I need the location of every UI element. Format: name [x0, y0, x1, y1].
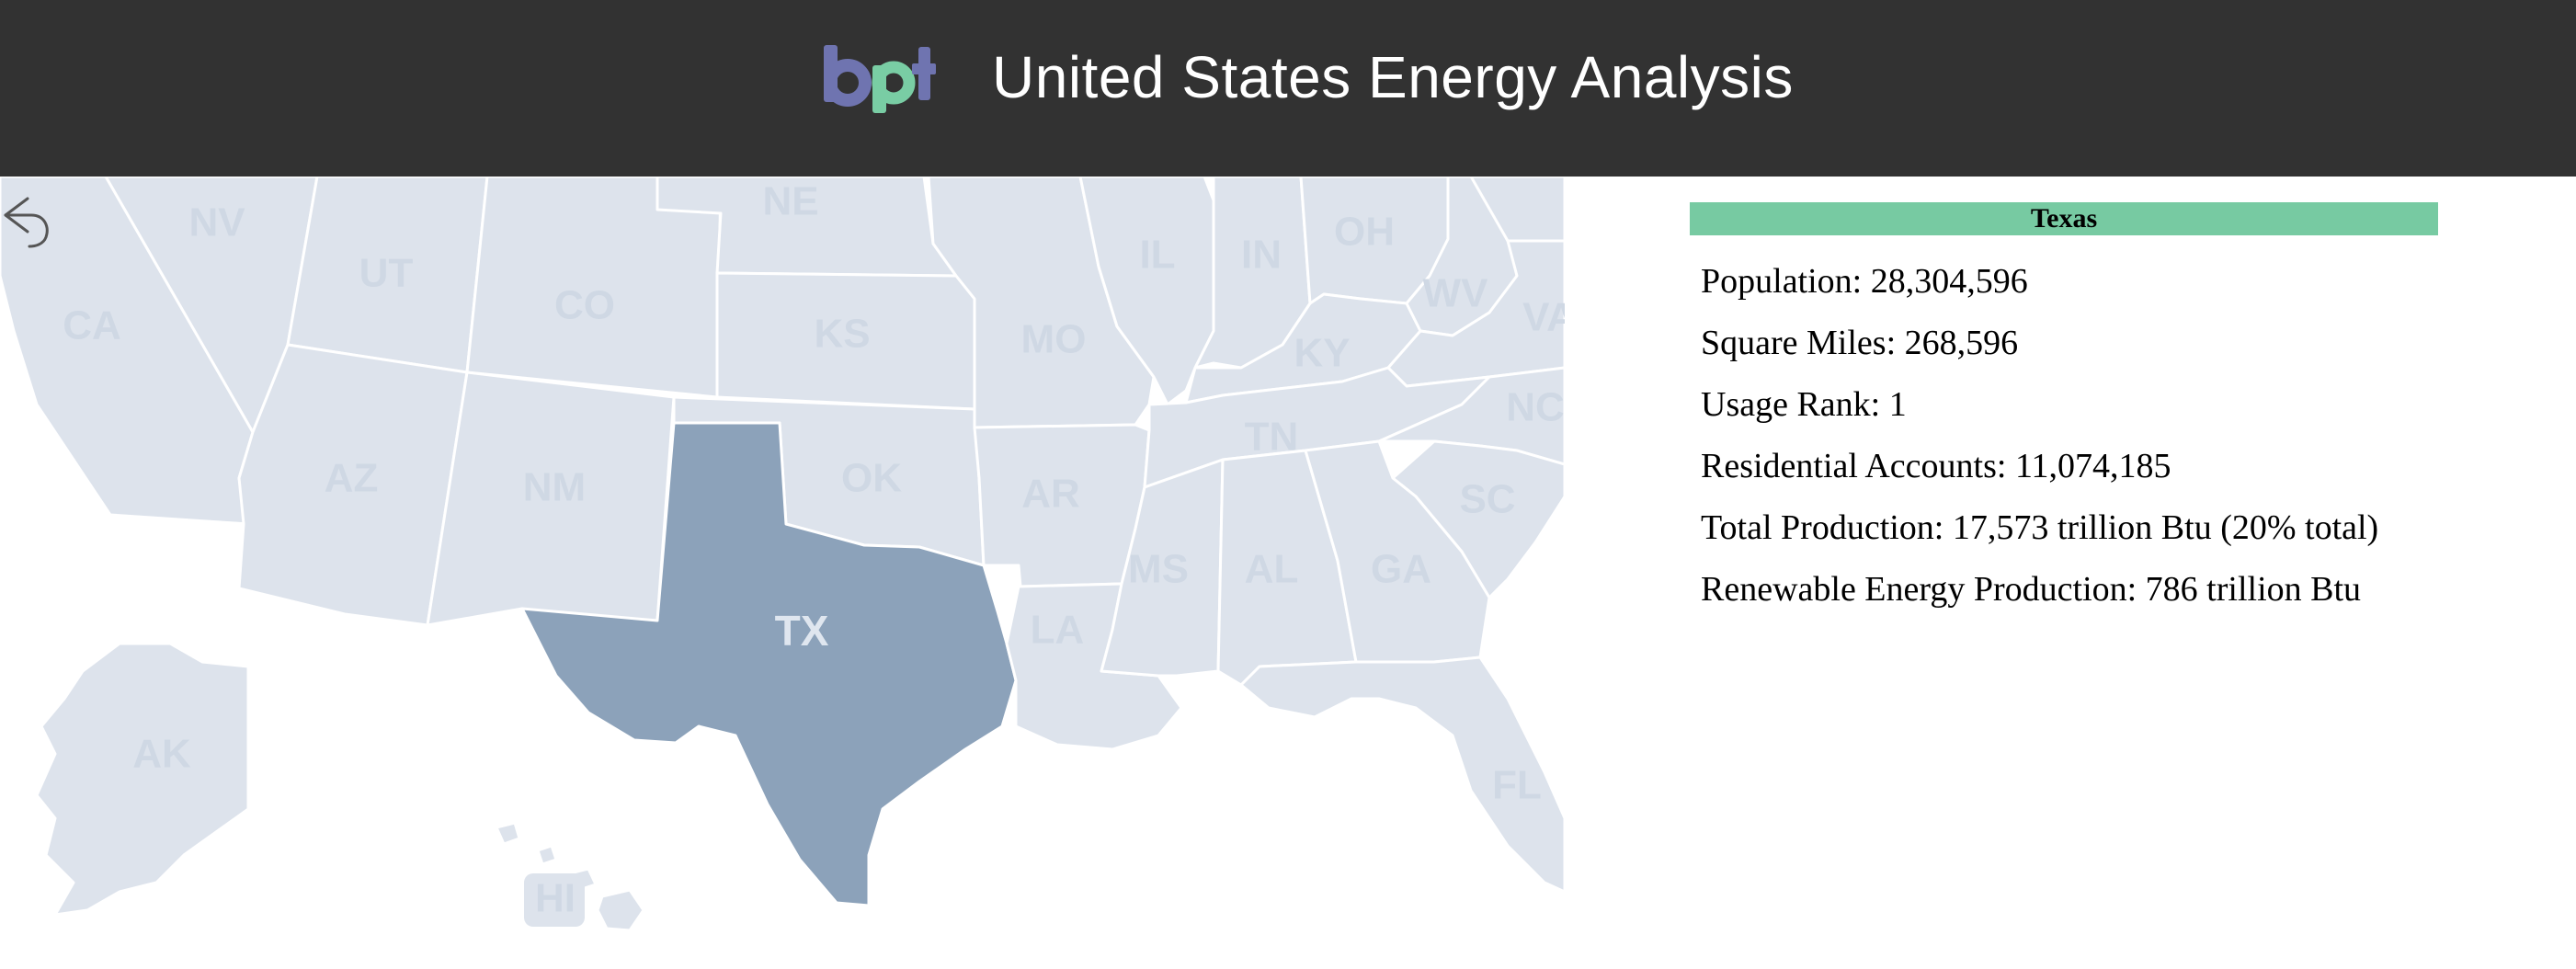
label-ky: KY: [1294, 331, 1350, 376]
label-hi: HI: [535, 876, 576, 921]
label-ok: OK: [841, 456, 902, 501]
state-stats-list: Population: 28,304,596 Square Miles: 268…: [1690, 261, 2440, 631]
square-miles-stat: Square Miles: 268,596: [1701, 324, 2019, 362]
label-ar: AR: [1021, 472, 1080, 517]
label-la: LA: [1031, 608, 1085, 653]
label-il: IL: [1139, 233, 1175, 278]
state-info-panel: Texas Population: 28,304,596 Square Mile…: [1690, 202, 2440, 631]
label-nc: NC: [1506, 385, 1565, 430]
state-ak[interactable]: [35, 642, 250, 917]
label-al: AL: [1245, 547, 1299, 592]
label-ut: UT: [359, 251, 414, 296]
residential-accounts-stat: Residential Accounts: 11,074,185: [1701, 447, 2171, 485]
label-oh: OH: [1334, 210, 1395, 255]
label-va: VA: [1522, 295, 1565, 340]
label-co: CO: [554, 283, 615, 328]
state-name-banner: Texas: [1690, 202, 2438, 235]
renewable-production-stat: Renewable Energy Production: 786 trillio…: [1701, 570, 2362, 609]
label-ga: GA: [1371, 547, 1431, 592]
label-nv: NV: [188, 200, 245, 245]
undo-arrow-icon[interactable]: [0, 188, 55, 252]
label-ks: KS: [814, 312, 870, 357]
total-production-stat: Total Production: 17,573 trillion Btu (2…: [1701, 508, 2379, 547]
us-map-svg[interactable]: NV UT CO NE KS CA AZ NM OK TX MO AR LA I…: [0, 177, 1565, 949]
label-ms: MS: [1128, 547, 1189, 592]
label-ca: CA: [63, 303, 121, 348]
label-az: AZ: [325, 456, 379, 501]
app-title: United States Energy Analysis: [992, 44, 1794, 110]
label-tn: TN: [1245, 415, 1299, 460]
population-stat: Population: 28,304,596: [1701, 262, 2028, 301]
us-map[interactable]: NV UT CO NE KS CA AZ NM OK TX MO AR LA I…: [0, 177, 1565, 949]
label-nm: NM: [523, 465, 586, 510]
bpt-logo: [824, 45, 936, 113]
app-header: United States Energy Analysis: [0, 0, 2576, 177]
label-tx: TX: [775, 607, 829, 655]
usage-rank-stat: Usage Rank: 1: [1701, 385, 1907, 424]
label-fl: FL: [1492, 763, 1542, 808]
label-ne: NE: [762, 179, 818, 224]
label-mo: MO: [1021, 317, 1087, 362]
label-ak: AK: [132, 732, 191, 777]
label-in: IN: [1241, 233, 1282, 278]
label-sc: SC: [1459, 477, 1515, 522]
label-wv: WV: [1423, 271, 1489, 316]
